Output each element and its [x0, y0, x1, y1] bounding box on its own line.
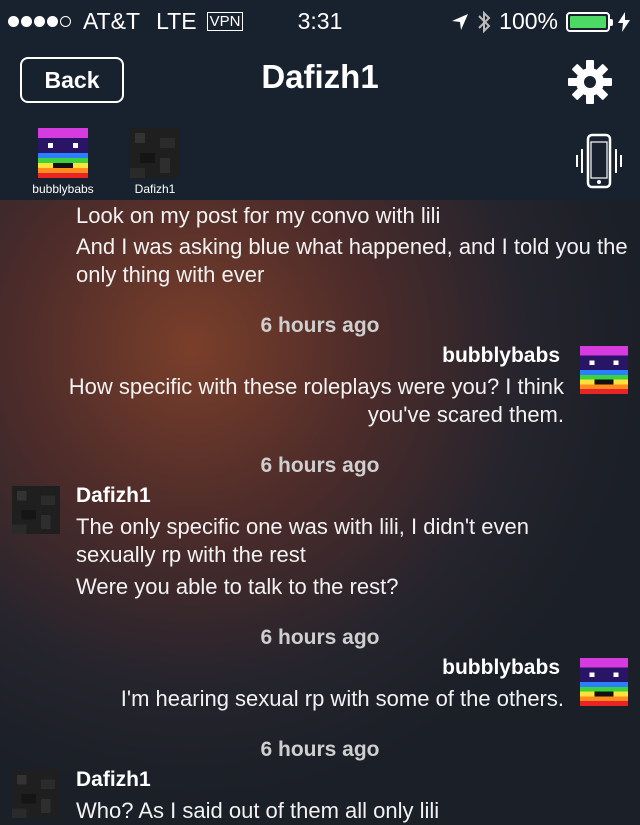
participant-dafizh1[interactable]: Dafizh1: [110, 128, 200, 196]
page-title: Dafizh1: [261, 58, 379, 95]
sender-name: Dafizh1: [76, 768, 151, 791]
dark-avatar-icon: [12, 770, 60, 818]
message-line: Look on my post for my convo with lili: [76, 203, 441, 228]
participant-name: bubblybabs: [32, 182, 94, 196]
message-line: Were you able to talk to the rest?: [76, 574, 399, 599]
sender-name: bubblybabs: [442, 656, 560, 679]
bluetooth-icon: [478, 10, 491, 33]
phone-vibrate-icon[interactable]: [574, 133, 624, 189]
top-bar: AT&T LTE VPN 3:31 100% Back Dafizh1 bubb…: [0, 0, 640, 200]
rainbow-avatar-icon: [580, 658, 628, 706]
timestamp: 6 hours ago: [260, 454, 380, 477]
sender-name: bubblybabs: [442, 344, 560, 367]
rainbow-avatar-icon: [580, 346, 628, 394]
battery-icon: [566, 11, 613, 32]
timestamp: 6 hours ago: [260, 626, 380, 649]
message-line: How specific with these roleplays were y…: [68, 374, 564, 427]
participant-bubblybabs[interactable]: bubblybabs: [18, 128, 108, 196]
chat-thread[interactable]: Look on my post for my convo with lili A…: [0, 200, 640, 825]
rainbow-avatar-icon: [38, 128, 88, 178]
message-line: The only specific one was with lili, I d…: [76, 514, 529, 567]
message-line: I'm hearing sexual rp with some of the o…: [120, 686, 564, 711]
status-bar: AT&T LTE VPN 3:31 100%: [0, 8, 640, 38]
timestamp: 6 hours ago: [260, 314, 380, 337]
sender-name: Dafizh1: [76, 484, 151, 507]
message-line: And I was asking blue what happened, and…: [76, 234, 628, 287]
charging-bolt-icon: [618, 11, 630, 32]
gear-icon[interactable]: [566, 58, 614, 106]
participant-name: Dafizh1: [134, 182, 176, 196]
dark-avatar-icon: [130, 128, 180, 178]
timestamp: 6 hours ago: [260, 738, 380, 761]
dark-avatar-icon: [12, 486, 60, 534]
battery-percent: 100%: [499, 8, 558, 34]
message-line: Who? As I said out of them all only lili: [76, 798, 440, 823]
location-arrow-icon: [452, 13, 469, 30]
